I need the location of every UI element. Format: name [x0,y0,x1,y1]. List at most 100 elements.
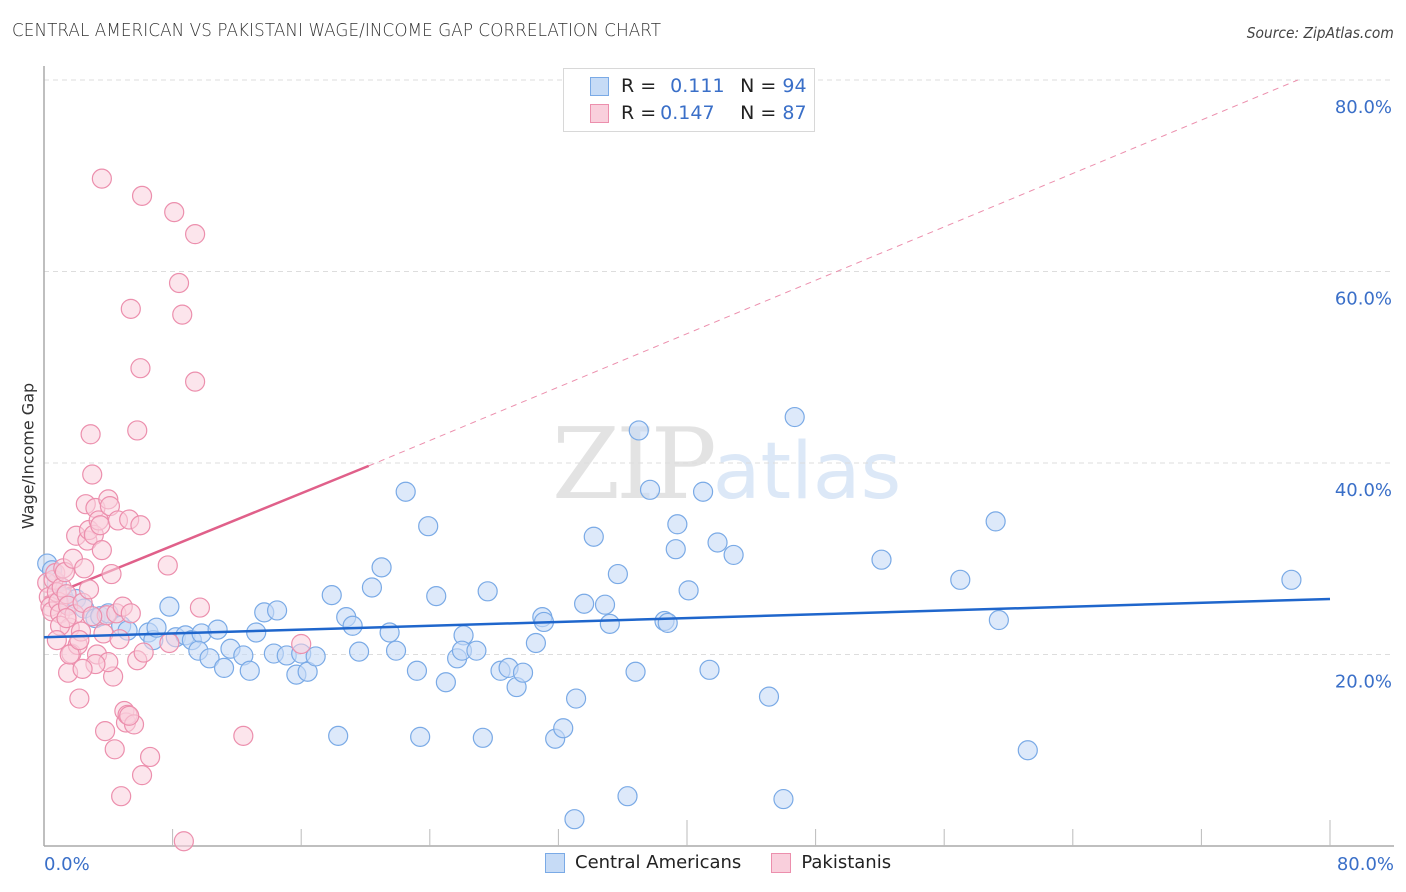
data-point-pakistanis [185,224,206,245]
data-point-pakistanis [133,642,154,663]
data-point-central-americans [707,532,728,553]
data-point-central-americans [657,612,678,634]
data-point-pakistanis [82,464,103,485]
data-point-pakistanis [131,765,153,786]
legend-swatch-blue [590,76,609,96]
y-axis-label: Wage/Income Gap [18,382,38,530]
data-point-central-americans [985,511,1006,532]
legend-n-value: 87 [782,102,807,124]
data-point-central-americans [426,585,447,607]
data-point-pakistanis [139,746,161,768]
legend-r-label: R = [621,102,657,124]
data-point-pakistanis [172,304,193,325]
data-point-pakistanis [130,358,151,379]
data-point-central-americans [466,640,487,661]
legend-n-value: 94 [782,75,807,97]
data-point-pakistanis [130,515,151,536]
data-point-central-americans [239,660,260,681]
data-point-central-americans [565,688,587,709]
data-point-central-americans [266,600,288,621]
data-point-pakistanis [120,298,141,319]
data-point-central-americans [553,718,574,739]
data-point-central-americans [639,479,661,500]
data-point-pakistanis [46,630,67,651]
grid-lines [44,79,1392,655]
data-point-pakistanis [104,739,125,760]
data-point-central-americans [246,622,267,643]
data-point-pakistanis [164,202,185,223]
data-point-pakistanis [291,633,312,655]
data-point-central-americans [207,619,228,640]
data-point-pakistanis [120,603,141,624]
data-point-central-americans [435,672,456,693]
data-point-central-americans [784,406,805,428]
data-point-central-americans [477,581,498,602]
data-point-pakistanis [91,540,112,561]
data-point-central-americans [1017,740,1038,761]
data-point-central-americans [692,481,714,502]
tick-labels: 20.0% 40.0% 60.0% 80.0% 0.0% 80.0% [44,97,1394,875]
trend-central-americans [43,597,1331,639]
data-point-central-americans [385,640,407,661]
data-point-pakistanis [159,632,180,654]
data-point-central-americans [418,516,439,537]
y-tick-label: 20.0% [1335,672,1392,693]
data-point-pakistanis [91,168,112,189]
data-point-central-americans [512,662,534,683]
data-point-central-americans [328,725,349,746]
data-point-central-americans [699,659,720,680]
data-point-central-americans [950,569,971,590]
data-point-central-americans [525,632,546,654]
data-point-pakistanis [189,597,211,618]
legend-swatch-pink [590,103,609,123]
data-point-pakistanis [168,272,190,294]
data-point-central-americans [665,539,686,560]
data-point-central-americans [342,615,363,636]
data-point-pakistanis [233,725,254,746]
data-point-central-americans [625,661,646,682]
data-point-central-americans [871,549,892,570]
data-point-pakistanis [78,579,100,600]
data-point-central-americans [395,481,416,502]
data-point-central-americans [773,788,794,810]
legend-row-central-americans: R = 0.111 N = 94 [590,74,807,98]
legend-r-value: 0.147 [660,102,715,124]
data-point-central-americans [678,580,699,601]
data-point-pakistanis [90,515,111,536]
legend-item-central-americans[interactable]: Central Americans [545,852,741,873]
data-point-central-americans [371,557,392,578]
y-tick-label: 80.0% [1335,97,1392,118]
data-point-pakistanis [131,185,153,206]
data-point-pakistanis [69,688,90,709]
data-point-central-americans [472,727,493,748]
data-point-pakistanis [56,608,77,629]
data-point-central-americans [599,613,620,634]
data-point-pakistanis [127,420,148,441]
scatter-chart: 20.0% 40.0% 60.0% 80.0% 0.0% 80.0% [37,66,1394,875]
legend-label: Central Americans [575,852,742,873]
legend-series: Central Americans Pakistanis [545,852,921,873]
legend-swatch-pink [771,852,792,873]
legend-n-label: N = [740,102,777,124]
data-point-central-americans [628,420,649,441]
x-tick-label: 0.0% [44,854,90,875]
trend-line-pakistanis-extension [368,79,1299,467]
data-point-central-americans [758,686,780,707]
legend-stats: R = 0.111 N = 94 R = 0.147 N = 87 [563,68,815,132]
data-point-central-americans [1281,569,1302,590]
legend-r-label: R = [621,75,657,97]
data-point-pakistanis [101,563,122,585]
data-point-central-americans [564,809,585,830]
data-point-pakistanis [185,371,206,392]
data-point-central-americans [213,657,235,679]
data-point-central-americans [321,585,342,606]
data-point-central-americans [406,660,428,681]
data-point-pakistanis [173,831,194,852]
data-point-pakistanis [111,786,132,807]
data-point-pakistanis [109,629,130,650]
data-point-central-americans [159,596,180,617]
legend-item-pakistanis[interactable]: Pakistanis [771,852,891,873]
data-point-central-americans [607,563,628,585]
data-point-pakistanis [94,720,116,742]
legend-label: Pakistanis [801,852,892,873]
